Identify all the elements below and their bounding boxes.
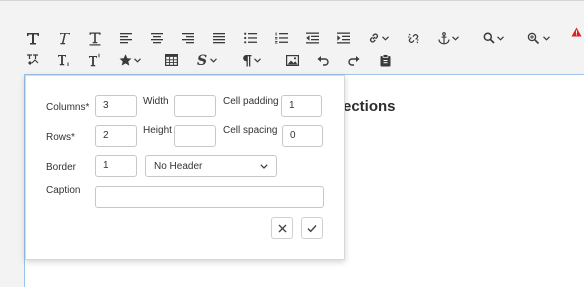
- editor-heading-text: ections: [343, 98, 396, 115]
- header-select[interactable]: No Header: [145, 155, 277, 177]
- svg-text:S: S: [197, 53, 207, 67]
- subscript-icon[interactable]: [53, 49, 75, 71]
- rows-input[interactable]: 2: [95, 125, 137, 147]
- border-input[interactable]: 1: [95, 155, 137, 177]
- rows-label: Rows*: [46, 132, 75, 143]
- height-input[interactable]: [174, 125, 216, 147]
- numbered-list-icon[interactable]: [270, 27, 292, 49]
- cancel-button[interactable]: [271, 217, 293, 239]
- align-center-icon[interactable]: [146, 27, 168, 49]
- width-label: Width: [143, 96, 169, 107]
- align-left-icon[interactable]: [115, 27, 137, 49]
- columns-input[interactable]: 3: [95, 95, 137, 117]
- search-icon[interactable]: [478, 27, 508, 49]
- cell-spacing-label: Cell spacing: [223, 125, 278, 136]
- align-justify-icon[interactable]: [208, 27, 230, 49]
- cell-spacing-input[interactable]: 0: [282, 125, 323, 147]
- toolbar-row-2: S: [22, 48, 405, 72]
- underline-icon[interactable]: [84, 27, 106, 49]
- bold-icon[interactable]: [22, 27, 44, 49]
- unlink-icon[interactable]: [402, 27, 424, 49]
- table-properties-dialog: Columns* 3 Width Cell padding 1 Rows* 2 …: [25, 75, 345, 260]
- strikethrough-icon[interactable]: S: [191, 49, 221, 71]
- cell-padding-input[interactable]: 1: [281, 95, 322, 117]
- close-icon: [278, 224, 286, 232]
- columns-label: Columns*: [46, 102, 90, 113]
- chevron-down-icon: [260, 163, 268, 169]
- find-replace-icon[interactable]: [523, 27, 553, 49]
- bulleted-list-icon[interactable]: [239, 27, 261, 49]
- redo-icon[interactable]: [343, 49, 365, 71]
- italic-icon[interactable]: [53, 27, 75, 49]
- image-icon[interactable]: [281, 49, 303, 71]
- superscript-icon[interactable]: [84, 49, 106, 71]
- indent-icon[interactable]: [332, 27, 354, 49]
- border-label: Border: [46, 162, 77, 173]
- paste-icon[interactable]: [374, 49, 396, 71]
- caption-label: Caption: [46, 185, 81, 196]
- width-input[interactable]: [174, 95, 216, 117]
- toolbar-row-1: [22, 26, 562, 50]
- header-select-value: No Header: [154, 160, 203, 172]
- undo-icon[interactable]: [312, 49, 334, 71]
- link-icon[interactable]: [363, 27, 393, 49]
- editor-page: S ections Columns* 3 Width Cell padding …: [0, 0, 584, 287]
- caption-input[interactable]: [95, 186, 324, 208]
- confirm-button[interactable]: [301, 217, 323, 239]
- toolbar: S: [0, 18, 584, 76]
- cell-padding-label: Cell padding: [223, 96, 279, 107]
- paragraph-icon[interactable]: [236, 49, 266, 71]
- table-icon[interactable]: [160, 49, 182, 71]
- star-icon[interactable]: [115, 49, 145, 71]
- check-icon: [307, 224, 317, 232]
- anchor-icon[interactable]: [433, 27, 463, 49]
- top-divider: [0, 0, 584, 1]
- clear-formatting-icon[interactable]: [22, 49, 44, 71]
- warning-icon: [571, 24, 582, 42]
- outdent-icon[interactable]: [301, 27, 323, 49]
- height-label: Height: [143, 125, 172, 136]
- align-right-icon[interactable]: [177, 27, 199, 49]
